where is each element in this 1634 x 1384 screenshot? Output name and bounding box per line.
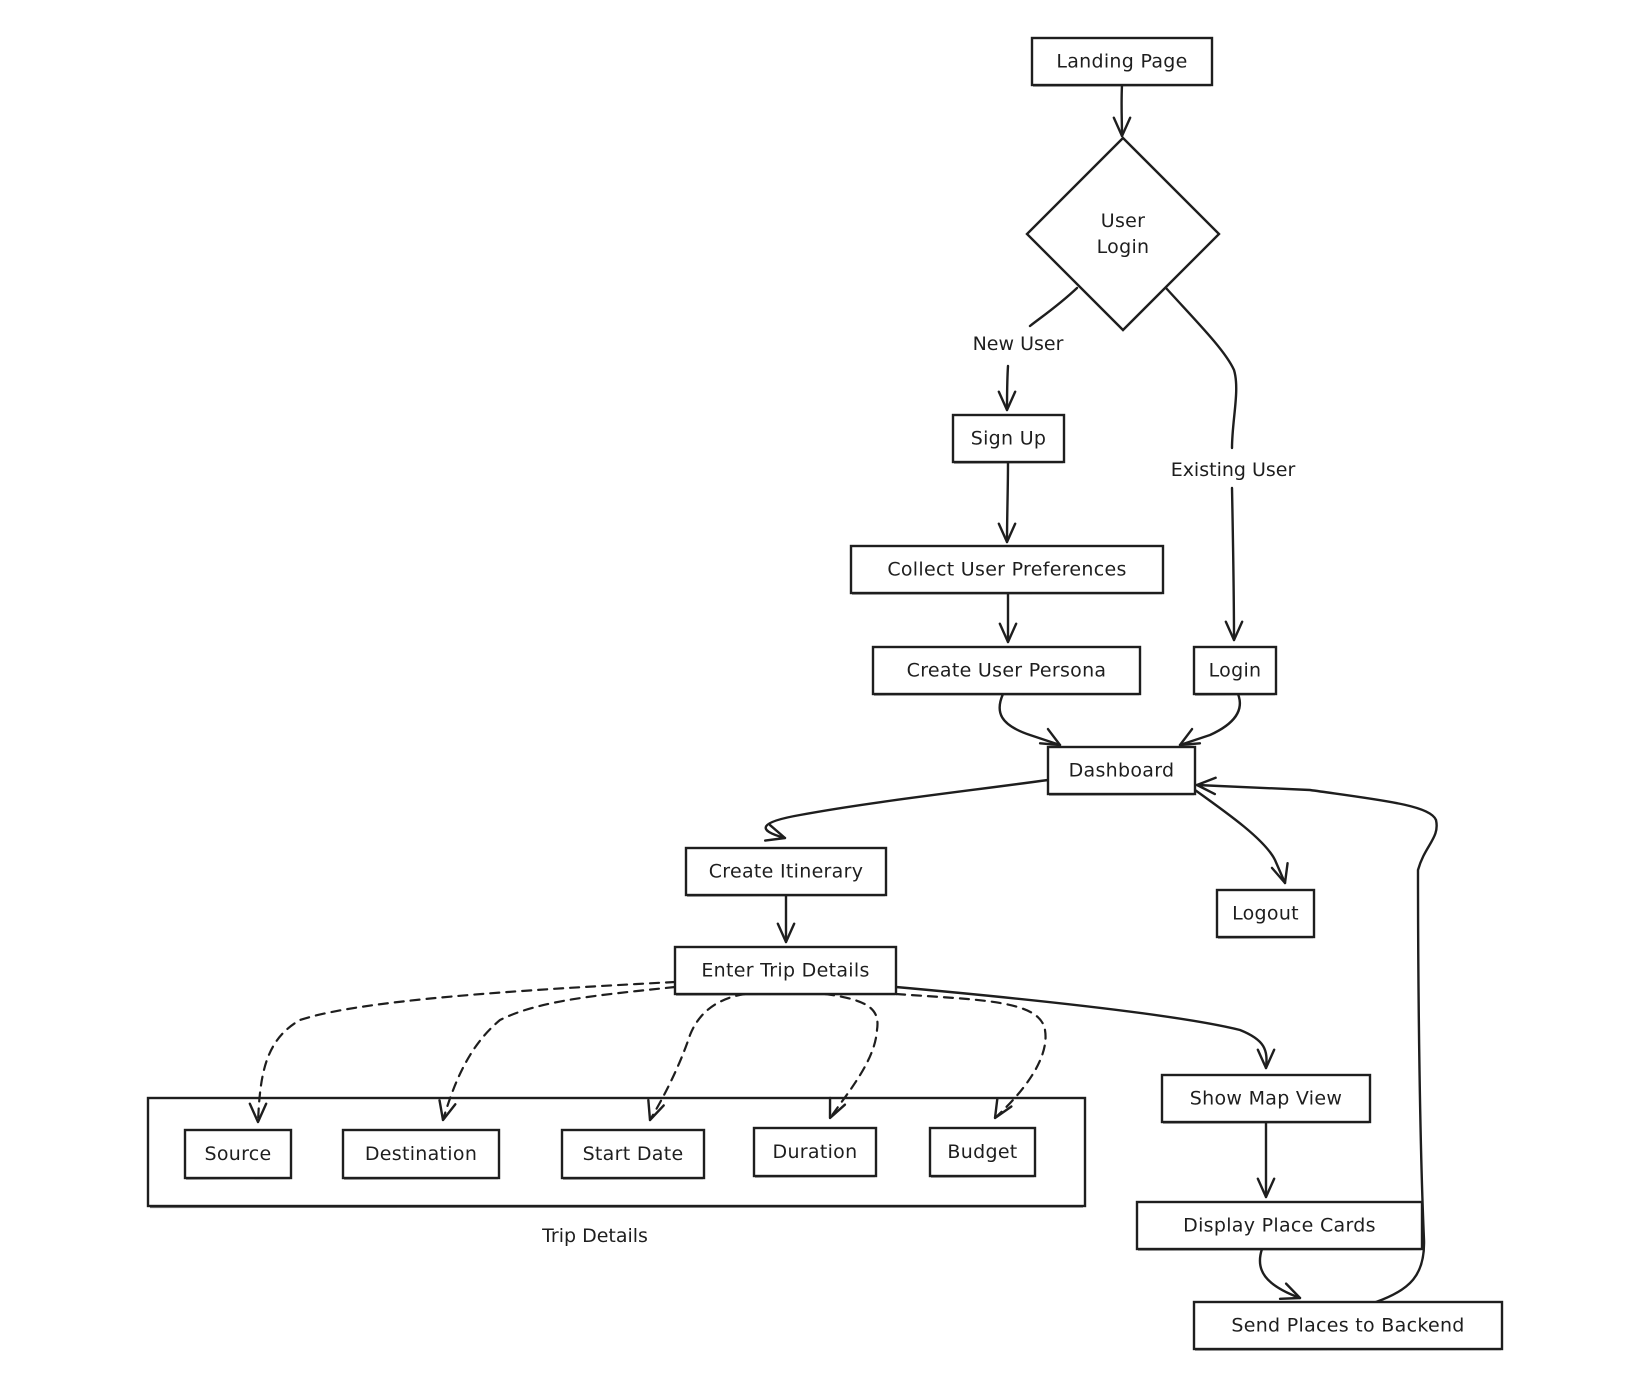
node-landing[interactable]: Landing Page [1030, 36, 1214, 87]
edge-label-e3: Existing User [1171, 459, 1296, 481]
node-source[interactable]: Source [183, 1128, 293, 1180]
edge-collect-prefs-to-create-persona[interactable] [998, 591, 1018, 644]
node-label: Landing Page [1056, 51, 1187, 73]
edge-enter-trip-to-map-view[interactable] [894, 985, 1276, 1070]
arrowhead-icon [647, 1098, 665, 1122]
edge-create-itinerary-to-enter-trip[interactable] [776, 893, 796, 944]
node-label: Send Places to Backend [1231, 1315, 1464, 1337]
edge-enter-trip-to-destination[interactable] [438, 985, 677, 1122]
node-destination[interactable]: Destination [341, 1128, 501, 1180]
edge-enter-trip-to-source[interactable] [248, 980, 677, 1124]
node-label: Login [1209, 660, 1262, 682]
node-label: Collect User Preferences [887, 559, 1126, 581]
edge-enter-trip-to-start-date[interactable] [647, 992, 747, 1122]
edge-label-e2: New User [973, 333, 1064, 355]
node-label: Display Place Cards [1183, 1215, 1376, 1237]
edge-line[interactable] [256, 980, 677, 1124]
node-user-login[interactable]: User Login [1025, 136, 1221, 332]
node-label: Dashboard [1069, 760, 1175, 782]
node-label: Logout [1232, 903, 1299, 925]
node-send-backend[interactable]: Send Places to Backend [1192, 1300, 1504, 1351]
edge-sign-up-to-collect-prefs[interactable] [997, 460, 1017, 544]
edge-dashboard-to-create-itinerary[interactable] [763, 778, 1050, 842]
node-budget[interactable]: Budget [928, 1126, 1037, 1178]
edge-map-view-to-place-cards[interactable] [1256, 1120, 1276, 1199]
node-label: Budget [947, 1141, 1017, 1163]
node-login[interactable]: Login [1192, 645, 1278, 696]
node-label: Create Itinerary [709, 861, 864, 883]
edge-create-persona-to-dashboard[interactable] [998, 692, 1062, 747]
node-sign-up[interactable]: Sign Up [951, 413, 1066, 464]
arrowhead-icon [993, 1096, 1013, 1120]
node-label: Create User Persona [907, 660, 1107, 682]
node-label: Sign Up [971, 428, 1047, 450]
node-place-cards[interactable]: Display Place Cards [1135, 1200, 1424, 1251]
edge-line[interactable] [648, 992, 747, 1122]
node-logout[interactable]: Logout [1215, 888, 1316, 939]
edge-login-to-dashboard[interactable] [1178, 692, 1241, 747]
flowchart-canvas: Trip Details Landing Page User Login Sign U… [146, 36, 1504, 1351]
node-create-persona[interactable]: Create User Persona [871, 645, 1142, 696]
edge-enter-trip-to-budget[interactable] [894, 992, 1047, 1120]
edge-line[interactable] [823, 992, 879, 1120]
node-label: Show Map View [1190, 1088, 1342, 1110]
edge-label-text: New User [973, 333, 1064, 355]
edge-landing-to-user-login[interactable] [1112, 83, 1132, 138]
edge-line[interactable] [764, 778, 1050, 840]
edge-line[interactable] [1005, 460, 1010, 544]
node-label: Destination [365, 1143, 477, 1165]
edge-line[interactable] [894, 985, 1268, 1070]
node-duration[interactable]: Duration [752, 1126, 878, 1178]
group-label: Trip Details [541, 1225, 648, 1247]
node-enter-trip[interactable]: Enter Trip Details [673, 945, 898, 996]
node-label: Source [204, 1143, 271, 1165]
edge-line[interactable] [441, 985, 677, 1122]
edge-place-cards-to-send-backend[interactable] [1258, 1247, 1302, 1300]
node-collect-prefs[interactable]: Collect User Preferences [849, 544, 1165, 595]
node-start-date[interactable]: Start Date [560, 1128, 706, 1180]
edge-line[interactable] [998, 692, 1062, 747]
node-label: Enter Trip Details [701, 960, 869, 982]
node-layer: Landing Page User Login Sign Up Collect User… [183, 36, 1504, 1351]
edge-label-text: Existing User [1171, 459, 1296, 481]
node-label: Start Date [583, 1143, 684, 1165]
edge-dashboard-to-logout[interactable] [1193, 788, 1289, 885]
edge-line[interactable] [1178, 692, 1241, 747]
decision-diamond[interactable] [1025, 136, 1221, 332]
node-map-view[interactable]: Show Map View [1160, 1073, 1372, 1124]
node-dashboard[interactable]: Dashboard [1046, 745, 1197, 796]
edge-enter-trip-to-duration[interactable] [823, 992, 879, 1120]
edge-line[interactable] [894, 992, 1047, 1120]
node-create-itinerary[interactable]: Create Itinerary [684, 846, 888, 897]
node-label: Duration [773, 1141, 858, 1163]
